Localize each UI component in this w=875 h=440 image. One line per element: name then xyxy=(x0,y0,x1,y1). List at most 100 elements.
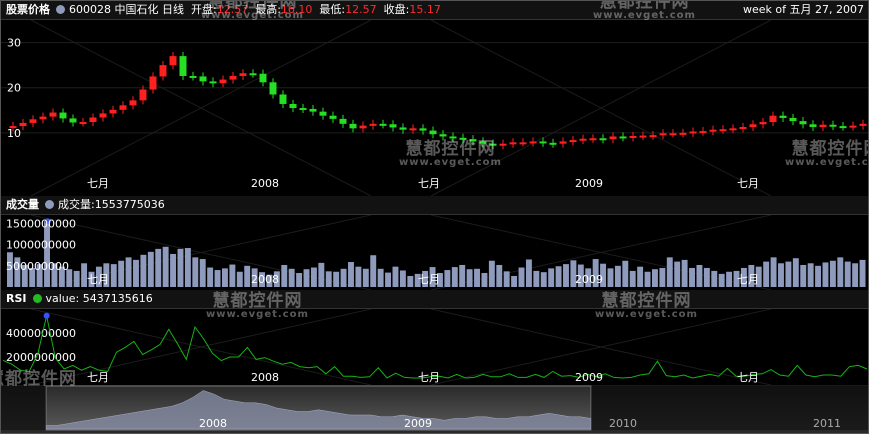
candle-body[interactable] xyxy=(299,108,307,111)
volume-bar[interactable] xyxy=(844,261,851,287)
candle-body[interactable] xyxy=(169,56,177,66)
volume-bar[interactable] xyxy=(852,263,859,287)
volume-bar[interactable] xyxy=(110,264,117,287)
volume-bar[interactable] xyxy=(170,253,177,287)
volume-bar[interactable] xyxy=(333,271,340,287)
candle-body[interactable] xyxy=(189,75,197,78)
candle-body[interactable] xyxy=(549,142,557,145)
rsi-line-chart[interactable]: 40000000002000000000 七月 2008 七月 2009 七月 xyxy=(1,309,869,385)
candle-body[interactable] xyxy=(569,140,577,143)
candle-body[interactable] xyxy=(339,118,347,124)
volume-bar[interactable] xyxy=(644,271,651,287)
volume-bar[interactable] xyxy=(236,271,243,287)
candle-body[interactable] xyxy=(699,131,707,134)
candle-body[interactable] xyxy=(519,142,527,145)
volume-bar[interactable] xyxy=(118,260,125,287)
candle-body[interactable] xyxy=(419,128,427,131)
candle-body[interactable] xyxy=(179,56,187,76)
volume-bar[interactable] xyxy=(377,268,384,287)
volume-bar[interactable] xyxy=(696,264,703,287)
volume-bar[interactable] xyxy=(444,270,451,287)
volume-bar[interactable] xyxy=(199,259,206,287)
candle-body[interactable] xyxy=(849,125,857,128)
volume-bar[interactable] xyxy=(392,266,399,287)
candle-body[interactable] xyxy=(109,109,117,114)
volume-bar[interactable] xyxy=(459,264,466,287)
candle-body[interactable] xyxy=(99,113,107,118)
candle-body[interactable] xyxy=(589,138,597,141)
candle-body[interactable] xyxy=(559,141,567,144)
range-navigator[interactable]: 2008200920102011 xyxy=(1,385,869,434)
candle-body[interactable] xyxy=(279,94,287,104)
candle-body[interactable] xyxy=(19,122,27,127)
volume-bar[interactable] xyxy=(652,269,658,287)
volume-bar[interactable] xyxy=(607,268,614,287)
volume-bar[interactable] xyxy=(184,248,191,287)
volume-bar[interactable] xyxy=(792,258,799,287)
volume-bar[interactable] xyxy=(466,269,473,287)
volume-bar[interactable] xyxy=(44,221,50,287)
volume-bar[interactable] xyxy=(533,270,540,287)
volume-bar[interactable] xyxy=(711,270,718,287)
candle-body[interactable] xyxy=(859,123,867,126)
candle-body[interactable] xyxy=(619,136,627,139)
volume-bar[interactable] xyxy=(763,261,770,287)
volume-bar[interactable] xyxy=(703,267,710,287)
volume-bar[interactable] xyxy=(659,267,666,287)
candle-body[interactable] xyxy=(39,116,47,120)
candle-body[interactable] xyxy=(219,79,227,84)
candle-body[interactable] xyxy=(489,143,497,146)
candle-body[interactable] xyxy=(159,65,167,77)
volume-bar[interactable] xyxy=(511,275,518,287)
volume-bar[interactable] xyxy=(281,264,288,287)
volume-bar[interactable] xyxy=(548,268,555,287)
candle-body[interactable] xyxy=(469,139,477,142)
candle-body[interactable] xyxy=(639,135,647,138)
volume-bar[interactable] xyxy=(785,261,792,287)
volume-bar[interactable] xyxy=(296,273,303,287)
candle-body[interactable] xyxy=(799,121,807,125)
candle-body[interactable] xyxy=(839,126,847,129)
volume-bar[interactable] xyxy=(689,267,695,287)
candle-body[interactable] xyxy=(149,76,157,90)
volume-bar[interactable] xyxy=(859,259,866,287)
volume-bar[interactable] xyxy=(325,271,332,287)
candle-body[interactable] xyxy=(769,115,777,123)
volume-bar[interactable] xyxy=(807,263,814,287)
candle-body[interactable] xyxy=(289,103,297,109)
volume-bar[interactable] xyxy=(147,251,154,287)
candle-body[interactable] xyxy=(539,141,547,144)
candle-body[interactable] xyxy=(399,127,407,130)
candle-body[interactable] xyxy=(359,125,367,129)
candle-body[interactable] xyxy=(59,112,67,119)
navigator-left-mask[interactable] xyxy=(1,386,46,430)
candle-body[interactable] xyxy=(599,138,607,141)
candle-body[interactable] xyxy=(309,108,317,112)
volume-bar[interactable] xyxy=(177,248,184,287)
volume-bar[interactable] xyxy=(496,264,503,287)
volume-bar[interactable] xyxy=(162,246,169,287)
volume-bar[interactable] xyxy=(385,272,392,287)
candle-body[interactable] xyxy=(439,134,447,137)
volume-bar[interactable] xyxy=(815,265,822,287)
candle-body[interactable] xyxy=(89,117,97,123)
volume-bar[interactable] xyxy=(525,259,532,287)
candle-body[interactable] xyxy=(659,133,667,136)
candle-body[interactable] xyxy=(259,73,267,83)
volume-bar[interactable] xyxy=(726,271,733,287)
volume-bar-chart[interactable]: 1500000000 1000000000 500000000 七月 2008 七月 20… xyxy=(1,215,869,290)
candle-body[interactable] xyxy=(689,131,697,134)
volume-bar[interactable] xyxy=(229,264,236,287)
volume-bar[interactable] xyxy=(133,259,139,287)
candle-body[interactable] xyxy=(829,124,837,127)
volume-bar[interactable] xyxy=(399,270,406,287)
candle-body[interactable] xyxy=(409,128,417,131)
candle-body[interactable] xyxy=(609,136,617,140)
volume-bar[interactable] xyxy=(310,267,317,287)
volume-bar[interactable] xyxy=(214,270,221,287)
candle-body[interactable] xyxy=(779,115,787,118)
navigator-right-mask[interactable] xyxy=(591,386,869,430)
candle-body[interactable] xyxy=(499,143,507,146)
volume-bar[interactable] xyxy=(222,268,228,287)
candle-body[interactable] xyxy=(759,122,767,125)
